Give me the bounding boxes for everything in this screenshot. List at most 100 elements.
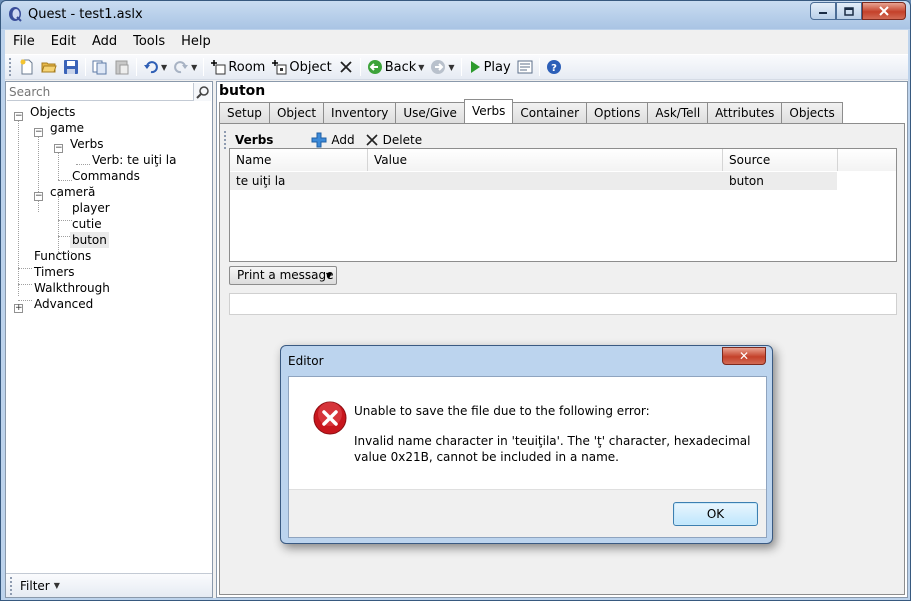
window-controls <box>810 2 906 20</box>
tab-attributes[interactable]: Attributes <box>707 102 783 123</box>
tree-connector <box>18 116 19 296</box>
add-object-icon <box>272 60 287 75</box>
add-object-button[interactable]: Object <box>268 56 334 78</box>
tab-setup[interactable]: Setup <box>219 102 270 123</box>
collapse-camera-icon[interactable]: − <box>34 192 43 201</box>
tab-options[interactable]: Options <box>586 102 649 123</box>
tree-connector <box>58 220 72 221</box>
menu-edit[interactable]: Edit <box>43 30 84 54</box>
collapse-game-icon[interactable]: − <box>34 128 43 137</box>
svg-text:?: ? <box>551 63 557 74</box>
search-icon <box>195 86 209 99</box>
new-file-icon <box>20 59 33 75</box>
delete-verb-button[interactable]: Delete <box>365 133 422 147</box>
delete-button[interactable] <box>335 56 357 78</box>
back-dropdown-icon[interactable]: ▼ <box>418 63 424 72</box>
object-tree-panel: − Objects − game − Verbs Verb: te uiţi l… <box>5 81 213 598</box>
script-editor-area[interactable] <box>229 293 897 315</box>
expand-advanced-icon[interactable]: + <box>14 304 23 313</box>
tree-item-functions[interactable]: Functions <box>34 248 91 264</box>
column-header-source[interactable]: Source <box>723 149 838 171</box>
filter-button[interactable]: Filter <box>20 579 50 593</box>
ok-button[interactable]: OK <box>673 502 758 526</box>
tab-verbs[interactable]: Verbs <box>463 99 514 123</box>
add-verb-button[interactable]: Add <box>311 132 355 148</box>
redo-button[interactable]: ▼ <box>170 56 200 78</box>
save-button[interactable] <box>60 56 82 78</box>
tree-item-commands[interactable]: Commands <box>72 168 140 184</box>
tab-container[interactable]: Container <box>512 102 588 123</box>
tree-connector <box>18 300 32 301</box>
add-plus-icon <box>311 132 327 148</box>
toolbar-separator <box>85 58 86 76</box>
dialog-title: Editor <box>288 354 324 368</box>
tab-use-give[interactable]: Use/Give <box>395 102 465 123</box>
menu-tools[interactable]: Tools <box>125 30 173 54</box>
column-header-name[interactable]: Name <box>230 149 368 171</box>
action-dropdown-value: Print a message <box>237 268 334 282</box>
add-room-button[interactable]: Room <box>207 56 268 78</box>
paste-button[interactable] <box>111 56 133 78</box>
verbs-table: Name Value Source te uiţi la buton <box>229 148 897 262</box>
tree-item-timers[interactable]: Timers <box>34 264 75 280</box>
tree-item-camera[interactable]: cameră <box>50 184 95 200</box>
open-folder-icon <box>41 62 57 73</box>
column-header-value[interactable]: Value <box>368 149 723 171</box>
redo-dropdown-icon[interactable]: ▼ <box>191 63 197 72</box>
title-bar[interactable]: Quest - test1.aslx <box>1 1 910 29</box>
search-input[interactable] <box>7 83 192 100</box>
maximize-icon <box>844 6 854 16</box>
undo-button[interactable]: ▼ <box>140 56 170 78</box>
verbs-section-title: Verbs <box>235 133 274 147</box>
tree-item-verb[interactable]: Verb: te uiţi la <box>92 152 176 168</box>
menu-file[interactable]: File <box>5 30 43 54</box>
play-button[interactable]: Play <box>465 56 514 78</box>
dialog-close-button[interactable]: ✕ <box>722 347 766 365</box>
forward-button[interactable]: ▼ <box>427 56 457 78</box>
error-message-title: Unable to save the file due to the follo… <box>354 404 650 418</box>
minimize-button[interactable] <box>810 2 836 20</box>
tree-item-advanced[interactable]: Advanced <box>34 296 93 312</box>
column-header-filler <box>838 149 896 171</box>
tree-item-verbs[interactable]: Verbs <box>70 136 103 152</box>
action-dropdown[interactable]: Print a message ▼ <box>229 266 337 285</box>
dialog-footer: OK <box>289 489 766 537</box>
undo-icon <box>144 61 158 74</box>
toolbar-separator <box>359 58 361 76</box>
dialog-body: Unable to save the file due to the follo… <box>288 376 767 538</box>
tree-item-player[interactable]: player <box>72 200 110 216</box>
add-room-icon <box>211 60 226 75</box>
open-file-button[interactable] <box>38 56 60 78</box>
tree-item-cutie[interactable]: cutie <box>72 216 102 232</box>
toolbar-grip[interactable] <box>9 58 12 76</box>
undo-dropdown-icon[interactable]: ▼ <box>161 63 167 72</box>
tree-item-buton[interactable]: buton <box>70 232 109 248</box>
collapse-objects-icon[interactable]: − <box>14 112 23 121</box>
maximize-button[interactable] <box>836 2 862 20</box>
help-button[interactable]: ? <box>543 56 565 78</box>
menu-add[interactable]: Add <box>84 30 125 54</box>
tab-object[interactable]: Object <box>268 102 325 123</box>
back-button[interactable]: Back ▼ <box>364 56 428 78</box>
forward-dropdown-icon[interactable]: ▼ <box>448 63 454 72</box>
collapse-verbs-icon[interactable]: − <box>54 144 63 153</box>
new-file-button[interactable] <box>16 56 38 78</box>
code-view-button[interactable] <box>514 56 536 78</box>
tab-objects[interactable]: Objects <box>781 102 843 123</box>
tree-item-objects[interactable]: Objects <box>30 104 75 120</box>
tree-item-walkthrough[interactable]: Walkthrough <box>34 280 110 296</box>
menu-help[interactable]: Help <box>173 30 219 54</box>
close-window-button[interactable] <box>862 2 906 20</box>
tab-inventory[interactable]: Inventory <box>323 102 397 123</box>
menu-bar: File Edit Add Tools Help <box>5 30 908 54</box>
filter-dropdown-icon[interactable]: ▼ <box>54 581 60 590</box>
tree-connector <box>18 284 32 285</box>
cell-value <box>368 172 723 190</box>
table-row[interactable]: te uiţi la buton <box>230 172 837 190</box>
copy-button[interactable] <box>89 56 111 78</box>
cell-source: buton <box>729 174 764 188</box>
play-label: Play <box>483 59 511 75</box>
tab-ask-tell[interactable]: Ask/Tell <box>647 102 709 123</box>
tree-item-game[interactable]: game <box>50 120 84 136</box>
search-button[interactable] <box>193 83 211 101</box>
